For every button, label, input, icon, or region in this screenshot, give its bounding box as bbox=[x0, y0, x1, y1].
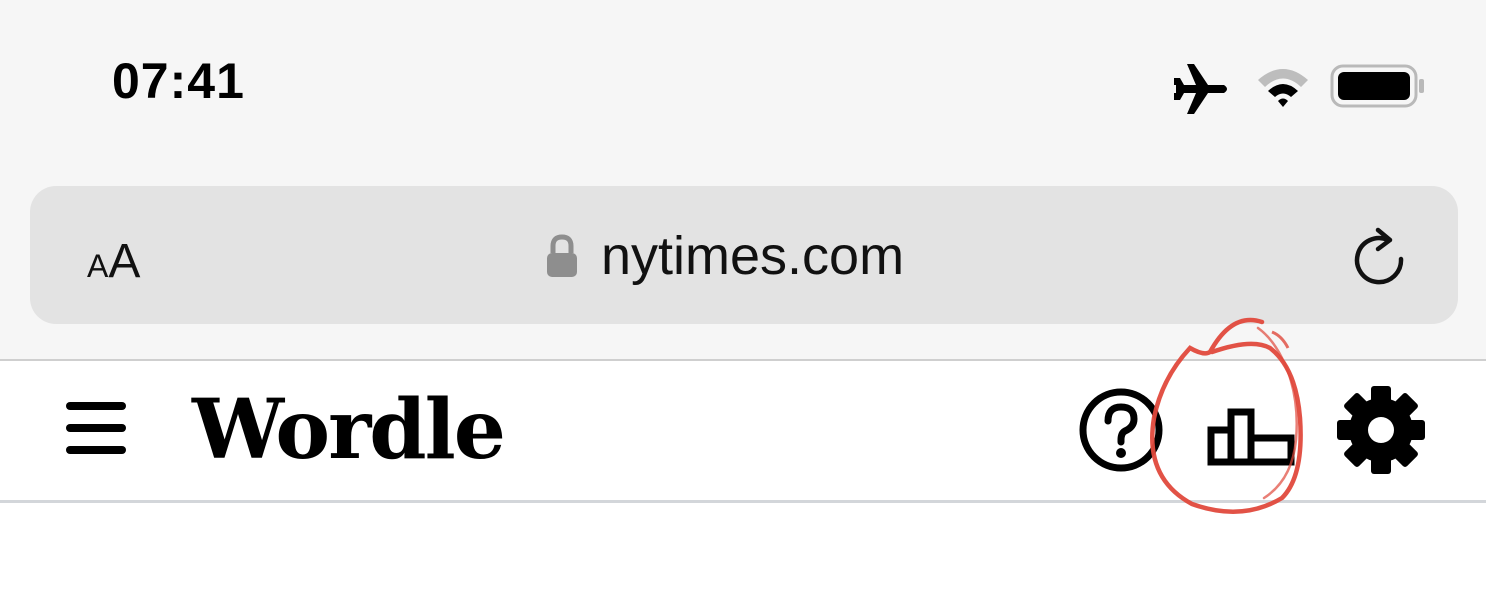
header-divider bbox=[0, 500, 1486, 503]
status-time: 07:41 bbox=[112, 53, 245, 109]
browser-chrome: 07:41 AA nytimes.com bbox=[0, 0, 1486, 360]
wifi-icon bbox=[1258, 69, 1308, 107]
reload-icon[interactable] bbox=[1348, 226, 1410, 288]
text-size-small-label: A bbox=[87, 248, 109, 284]
lock-icon bbox=[547, 234, 577, 277]
status-icons bbox=[1172, 58, 1432, 118]
battery-icon bbox=[1330, 64, 1424, 108]
text-size-button[interactable]: AA bbox=[87, 234, 140, 289]
statistics-icon[interactable] bbox=[1207, 408, 1295, 466]
address-bar[interactable]: AA nytimes.com bbox=[30, 186, 1458, 324]
text-size-large-label: A bbox=[108, 235, 141, 288]
page-title: Wordle bbox=[192, 382, 506, 478]
url-text: nytimes.com bbox=[601, 226, 905, 286]
help-icon[interactable] bbox=[1078, 387, 1164, 473]
airplane-icon bbox=[1174, 64, 1227, 114]
settings-icon[interactable] bbox=[1336, 385, 1426, 475]
url-display[interactable]: nytimes.com bbox=[545, 226, 904, 286]
menu-icon[interactable] bbox=[66, 402, 126, 454]
